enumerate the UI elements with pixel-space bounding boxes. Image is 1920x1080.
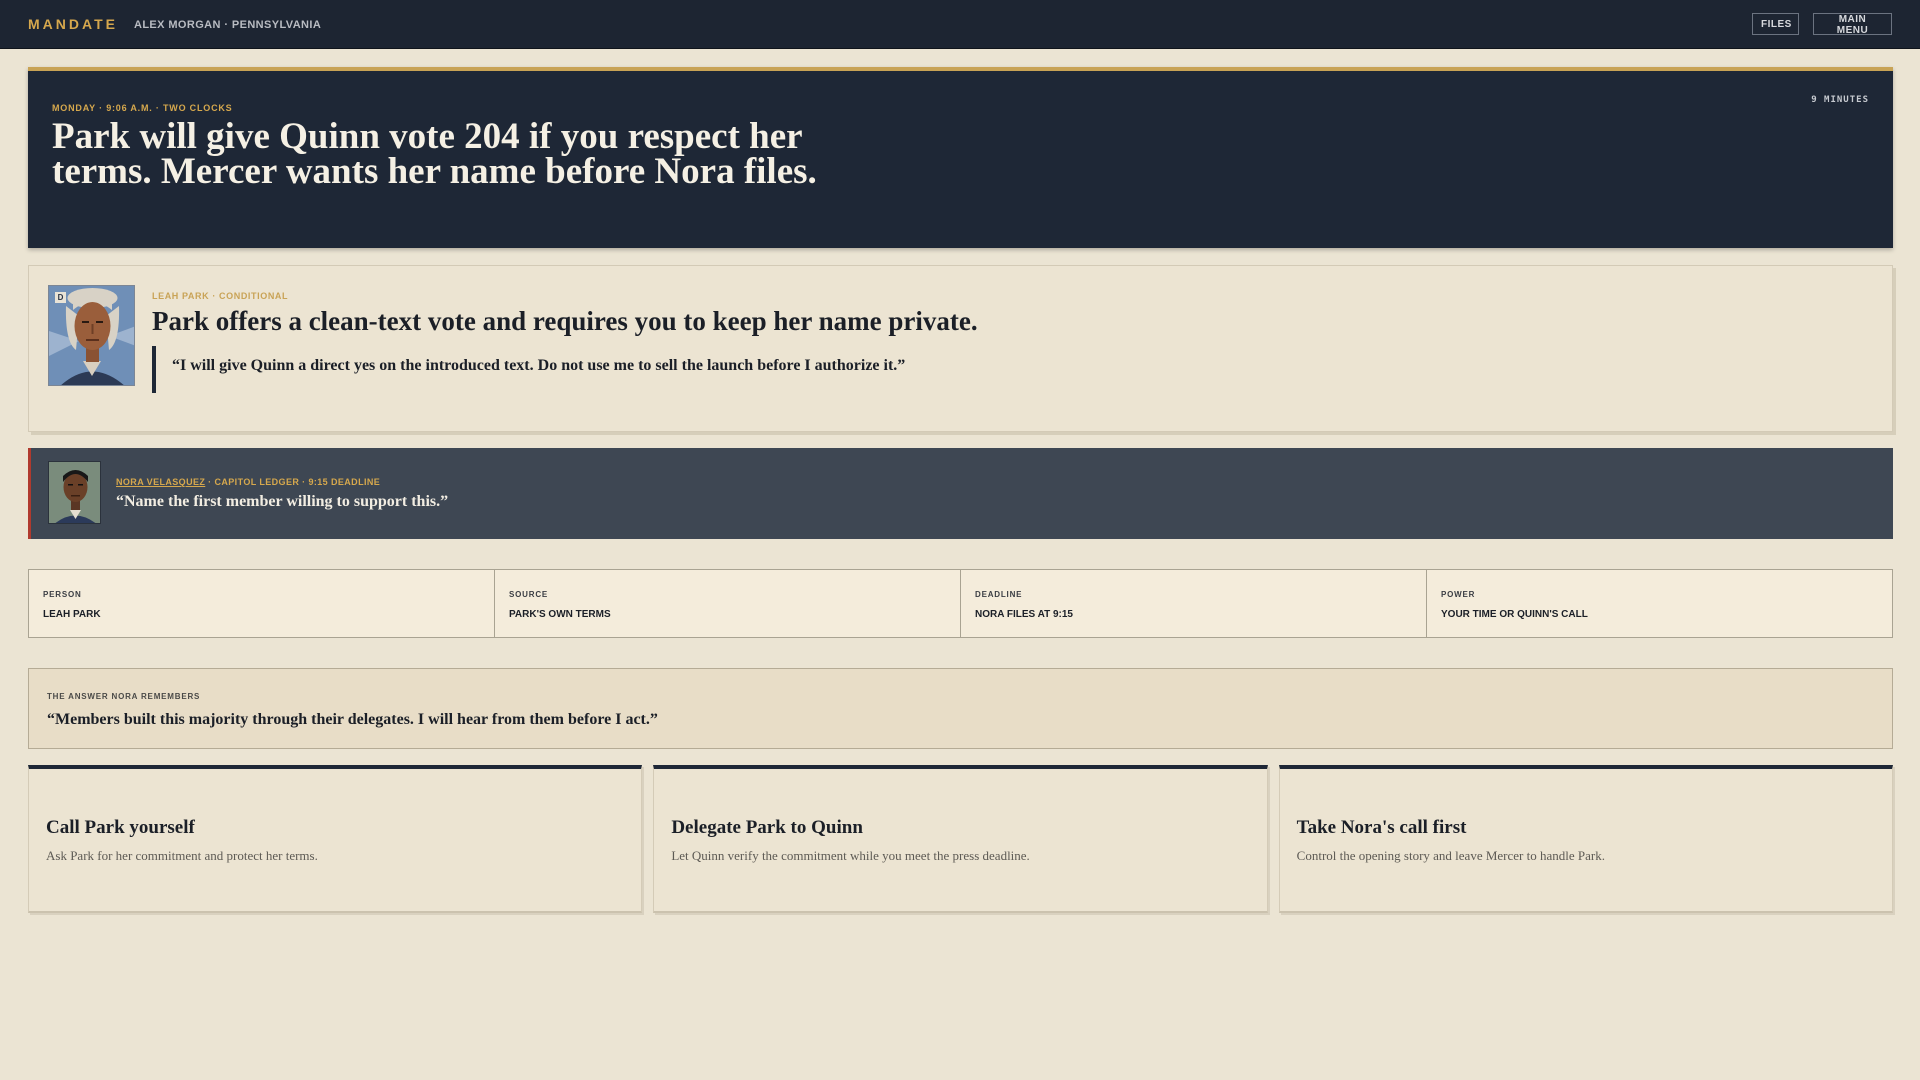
facts-row: PERSON LEAH PARK SOURCE PARK'S OWN TERMS… (28, 569, 1893, 638)
nora-quote: “Name the first member willing to suppor… (116, 493, 449, 510)
nora-portrait (48, 461, 101, 524)
remembered-answer: THE ANSWER NORA REMEMBERS “Members built… (28, 668, 1893, 749)
top-bar: MANDATE ALEX MORGAN · PENNSYLVANIA FILES… (0, 0, 1920, 49)
fact-value: PARK'S OWN TERMS (509, 609, 611, 620)
choice-description: Let Quinn verify the commitment while yo… (671, 848, 1030, 863)
fact-person: PERSON LEAH PARK (29, 570, 495, 637)
answer-label: THE ANSWER NORA REMEMBERS (47, 692, 201, 701)
files-button[interactable]: FILES (1752, 13, 1799, 35)
fact-label: SOURCE (509, 590, 549, 599)
answer-quote: “Members built this majority through the… (47, 711, 658, 728)
choice-description: Control the opening story and leave Merc… (1296, 848, 1605, 863)
leah-kicker: LEAH PARK · CONDITIONAL (152, 291, 289, 301)
leah-headline: Park offers a clean-text vote and requir… (152, 306, 978, 336)
player-name: ALEX MORGAN · PENNSYLVANIA (133, 19, 322, 31)
time-remaining: 9 MINUTES (1811, 95, 1869, 105)
nora-name-link[interactable]: NORA VELASQUEZ (116, 477, 205, 487)
top-actions: FILES MAIN MENU (1752, 13, 1892, 36)
nora-kicker: NORA VELASQUEZ · CAPITOL LEDGER · 9:15 D… (116, 477, 380, 487)
scene-kicker: MONDAY · 9:06 A.M. · TWO CLOCKS (52, 103, 233, 113)
choice-description: Ask Park for her commitment and protect … (46, 848, 318, 863)
fact-value: NORA FILES AT 9:15 (975, 609, 1073, 620)
fact-power: POWER YOUR TIME OR QUINN'S CALL (1427, 570, 1892, 637)
scene-title: Park will give Quinn vote 204 if you res… (52, 116, 817, 192)
leah-park-portrait: D (48, 285, 135, 386)
fact-label: PERSON (43, 590, 82, 599)
brand-logo: MANDATE (28, 16, 118, 32)
choice-take-nora-call[interactable]: Take Nora's call first Control the openi… (1278, 765, 1893, 913)
leah-quote: “I will give Quinn a direct yes on the i… (152, 346, 1052, 393)
nora-press-banner: NORA VELASQUEZ · CAPITOL LEDGER · 9:15 D… (28, 448, 1893, 539)
fact-source: SOURCE PARK'S OWN TERMS (495, 570, 961, 637)
main-menu-button[interactable]: MAIN MENU (1813, 13, 1892, 36)
choice-delegate-quinn[interactable]: Delegate Park to Quinn Let Quinn verify … (653, 765, 1268, 913)
fact-value: YOUR TIME OR QUINN'S CALL (1441, 609, 1588, 620)
fact-deadline: DEADLINE NORA FILES AT 9:15 (961, 570, 1427, 637)
nora-meta: · CAPITOL LEDGER · 9:15 DEADLINE (205, 477, 381, 487)
choice-title: Take Nora's call first (1296, 817, 1467, 838)
scene-hero: MONDAY · 9:06 A.M. · TWO CLOCKS 9 MINUTE… (28, 67, 1893, 248)
party-badge: D (55, 292, 66, 303)
choice-list: Call Park yourself Ask Park for her comm… (28, 765, 1893, 913)
choice-title: Delegate Park to Quinn (671, 817, 863, 838)
choice-call-park[interactable]: Call Park yourself Ask Park for her comm… (28, 765, 643, 913)
choice-title: Call Park yourself (46, 817, 195, 838)
fact-label: DEADLINE (975, 590, 1023, 599)
fact-value: LEAH PARK (43, 609, 101, 620)
nora-avatar-icon (49, 462, 100, 523)
leah-park-card: D LEAH PARK · CONDITIONAL Park offers a … (28, 265, 1893, 432)
fact-label: POWER (1441, 590, 1476, 599)
